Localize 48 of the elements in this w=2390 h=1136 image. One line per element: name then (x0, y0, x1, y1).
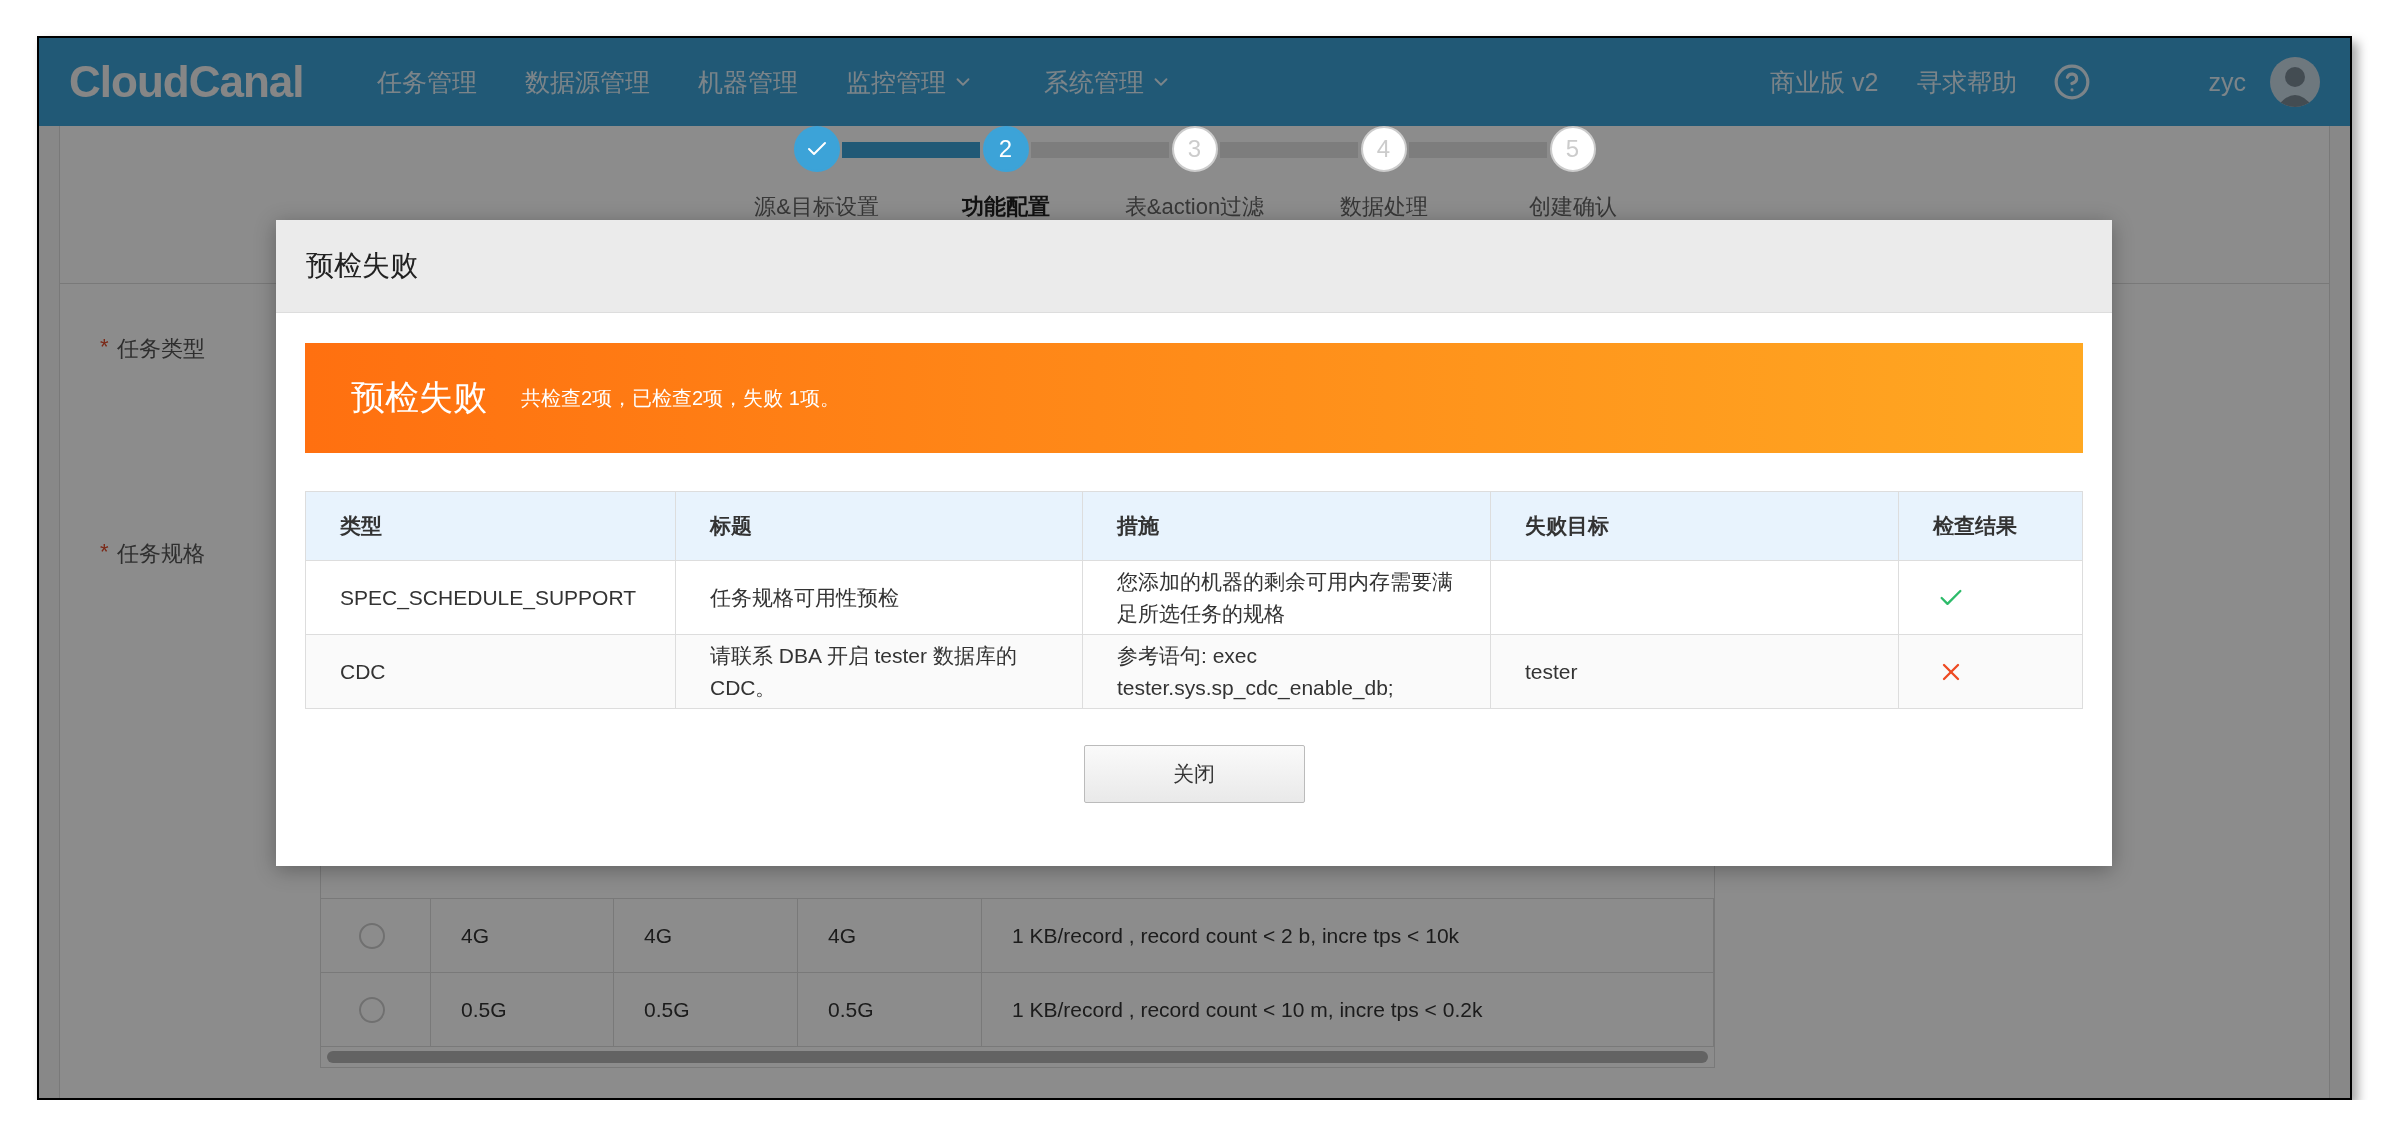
table-cell-text: 参考语句: exec tester.sys.sp_cdc_enable_db; (1117, 642, 1395, 702)
step-label: 数据处理 (1339, 193, 1428, 221)
table-cell-text: 您添加的机器的剩余可用内存需要满足所选任务的规格 (1117, 568, 1454, 627)
required-mark: * (100, 539, 109, 565)
step-label: 功能配置 (961, 193, 1050, 221)
nav-item[interactable]: 监控管理 (822, 65, 999, 99)
column-header: 检查结果 (1933, 513, 2017, 539)
table-cell: 0.5G (828, 997, 874, 1022)
radio-button[interactable] (359, 996, 385, 1023)
step-number: 2 (998, 135, 1013, 163)
nav-item[interactable]: 机器管理 (674, 65, 823, 99)
banner-summary: 共检查2项，已检查2项，失败 1项。 (521, 385, 840, 411)
column-header: 失败目标 (1525, 513, 1609, 539)
step-label: 源&目标设置 (754, 193, 879, 221)
radio-button[interactable] (359, 922, 385, 949)
scrollbar[interactable] (327, 1051, 1708, 1063)
column-header: 措施 (1117, 513, 1159, 539)
dialog-title: 预检失败 (306, 249, 418, 283)
table-cell: 1 KB/record , record count < 10 m, incre tps < 0.2k (1012, 997, 1483, 1022)
step-label: 创建确认 (1528, 193, 1617, 221)
nav-item[interactable]: 任务管理 (353, 65, 502, 99)
user-name: zyc (2208, 67, 2246, 97)
table-cell: 4G (461, 923, 489, 948)
logo: CloudCanal (69, 57, 304, 107)
nav-item[interactable]: 系统管理 (1020, 65, 1197, 99)
required-mark: * (100, 334, 109, 360)
table-cell: 4G (828, 923, 856, 948)
field-label: 任务类型 (116, 335, 205, 363)
help-icon[interactable] (2052, 63, 2091, 101)
table-cell-text: tester (1525, 658, 1578, 685)
table-cell-text: 请联系 DBA 开启 tester 数据库的CDC。 (710, 642, 1018, 701)
column-header: 标题 (710, 513, 752, 539)
table-cell-text: 任务规格可用性预检 (710, 584, 899, 611)
table-cell-text: CDC (340, 658, 386, 685)
step-label: 表&action过滤 (1124, 193, 1265, 221)
table-cell: 4G (644, 923, 672, 948)
table-cell: 0.5G (644, 997, 690, 1022)
table-cell-text: SPEC_SCHEDULE_SUPPORT (340, 584, 637, 612)
close-button[interactable]: 关闭 (1083, 745, 1305, 803)
table-cell: 0.5G (461, 997, 507, 1022)
nav-item[interactable]: 数据源管理 (501, 65, 675, 99)
table-cell: 1 KB/record , record count < 2 b, incre tps < 10k (1012, 923, 1460, 948)
edition-label: 商业版 v2 (1770, 66, 1879, 98)
field-label: 任务规格 (116, 540, 205, 568)
avatar-icon[interactable] (2270, 57, 2320, 107)
help-link[interactable]: 寻求帮助 (1916, 65, 2017, 99)
banner-title: 预检失败 (351, 377, 487, 418)
column-header: 类型 (340, 513, 382, 539)
